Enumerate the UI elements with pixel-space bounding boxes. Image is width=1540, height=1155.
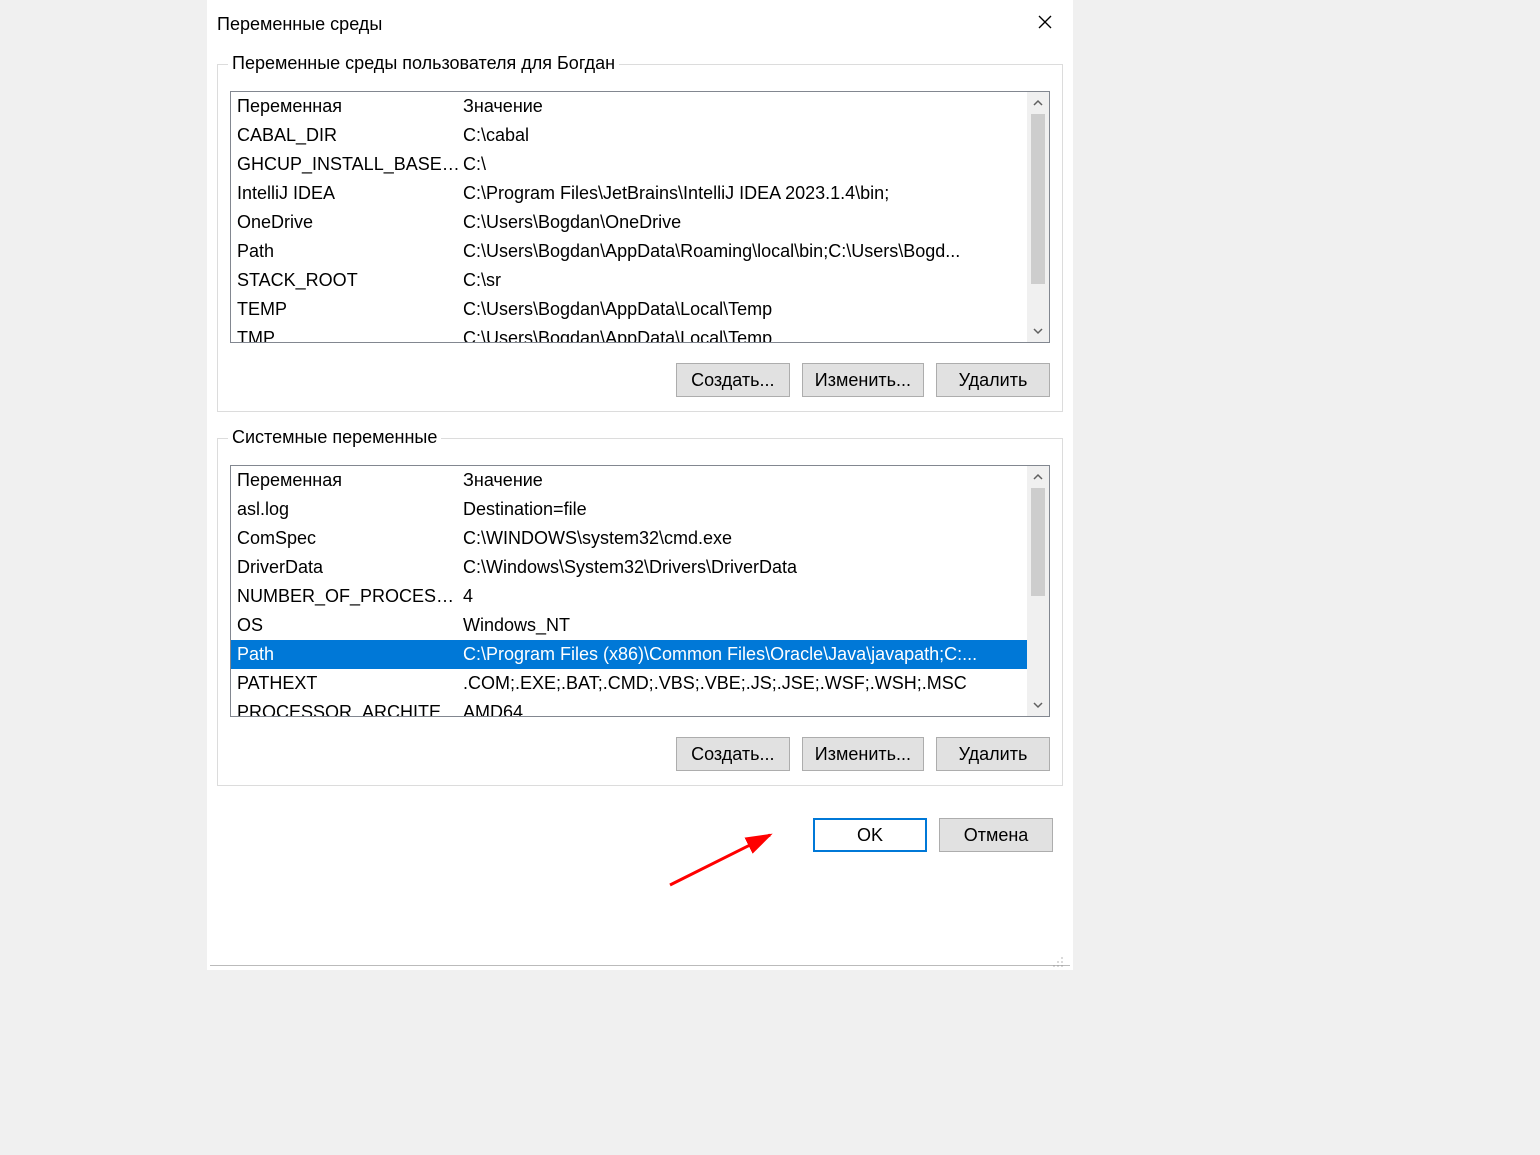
header-value[interactable]: Значение (463, 466, 1049, 495)
table-row[interactable]: PATHEXT.COM;.EXE;.BAT;.CMD;.VBS;.VBE;.JS… (231, 669, 1049, 698)
variable-name: PATHEXT (231, 669, 463, 698)
variable-name: STACK_ROOT (231, 266, 463, 295)
variable-name: PROCESSOR_ARCHITECTU... (231, 698, 463, 717)
edit-button[interactable]: Изменить... (802, 363, 924, 397)
table-row[interactable]: GHCUP_INSTALL_BASE_PR...C:\ (231, 150, 1049, 179)
new-button[interactable]: Создать... (676, 363, 790, 397)
table-row[interactable]: PROCESSOR_ARCHITECTU...AMD64 (231, 698, 1049, 717)
variable-value: C:\cabal (463, 121, 1049, 150)
header-variable[interactable]: Переменная (231, 466, 463, 495)
variable-name: Path (231, 640, 463, 669)
table-row[interactable]: OneDriveC:\Users\Bogdan\OneDrive (231, 208, 1049, 237)
variable-name: IntelliJ IDEA (231, 179, 463, 208)
variable-name: Path (231, 237, 463, 266)
scroll-up-icon[interactable] (1027, 466, 1049, 488)
variable-name: TEMP (231, 295, 463, 324)
variable-name: OneDrive (231, 208, 463, 237)
table-row[interactable]: PathC:\Users\Bogdan\AppData\Roaming\loca… (231, 237, 1049, 266)
variable-value: C:\Users\Bogdan\AppData\Roaming\local\bi… (463, 237, 1049, 266)
header-variable[interactable]: Переменная (231, 92, 463, 121)
variable-value: 4 (463, 582, 1049, 611)
system-buttons: Создать... Изменить... Удалить (230, 737, 1050, 771)
dialog-buttons: OK Отмена (217, 818, 1063, 852)
variable-value: C:\Windows\System32\Drivers\DriverData (463, 553, 1049, 582)
variable-name: TMP (231, 324, 463, 343)
variable-name: DriverData (231, 553, 463, 582)
variable-value: C:\Users\Bogdan\AppData\Local\Temp (463, 324, 1049, 343)
table-row[interactable]: asl.logDestination=file (231, 495, 1049, 524)
delete-button[interactable]: Удалить (936, 737, 1050, 771)
variable-value: Windows_NT (463, 611, 1049, 640)
delete-button[interactable]: Удалить (936, 363, 1050, 397)
table-row[interactable]: CABAL_DIRC:\cabal (231, 121, 1049, 150)
variable-name: ComSpec (231, 524, 463, 553)
table-row[interactable]: ComSpecC:\WINDOWS\system32\cmd.exe (231, 524, 1049, 553)
table-row[interactable]: STACK_ROOTC:\sr (231, 266, 1049, 295)
environment-variables-dialog: Переменные среды Переменные среды пользо… (207, 0, 1073, 970)
system-variables-list[interactable]: Переменная Значение asl.logDestination=f… (230, 465, 1050, 717)
variable-value: C:\ (463, 150, 1049, 179)
table-row[interactable]: DriverDataC:\Windows\System32\Drivers\Dr… (231, 553, 1049, 582)
scroll-down-icon[interactable] (1027, 320, 1049, 342)
variable-value: AMD64 (463, 698, 1049, 717)
cancel-button[interactable]: Отмена (939, 818, 1053, 852)
resize-grip-icon[interactable] (1048, 952, 1066, 970)
variable-value: C:\Program Files (x86)\Common Files\Orac… (463, 640, 1049, 669)
variable-name: NUMBER_OF_PROCESSORS (231, 582, 463, 611)
table-row[interactable]: IntelliJ IDEAC:\Program Files\JetBrains\… (231, 179, 1049, 208)
scrollbar[interactable] (1027, 92, 1049, 342)
variable-value: C:\Users\Bogdan\OneDrive (463, 208, 1049, 237)
variable-value: C:\sr (463, 266, 1049, 295)
divider (210, 965, 1070, 966)
user-variables-list[interactable]: Переменная Значение CABAL_DIRC:\cabalGHC… (230, 91, 1050, 343)
scroll-down-icon[interactable] (1027, 694, 1049, 716)
scroll-up-icon[interactable] (1027, 92, 1049, 114)
scrollbar[interactable] (1027, 466, 1049, 716)
table-row[interactable]: PathC:\Program Files (x86)\Common Files\… (231, 640, 1049, 669)
variable-value: C:\Users\Bogdan\AppData\Local\Temp (463, 295, 1049, 324)
variable-value: Destination=file (463, 495, 1049, 524)
close-icon (1038, 15, 1052, 29)
titlebar: Переменные среды (207, 0, 1073, 44)
table-row[interactable]: OSWindows_NT (231, 611, 1049, 640)
table-row[interactable]: NUMBER_OF_PROCESSORS4 (231, 582, 1049, 611)
user-variables-group: Переменные среды пользователя для Богдан… (217, 64, 1063, 412)
user-buttons: Создать... Изменить... Удалить (230, 363, 1050, 397)
variable-name: OS (231, 611, 463, 640)
variable-value: C:\WINDOWS\system32\cmd.exe (463, 524, 1049, 553)
table-row[interactable]: TMPC:\Users\Bogdan\AppData\Local\Temp (231, 324, 1049, 343)
system-group-label: Системные переменные (228, 427, 441, 448)
new-button[interactable]: Создать... (676, 737, 790, 771)
variable-value: C:\Program Files\JetBrains\IntelliJ IDEA… (463, 179, 1049, 208)
variable-name: CABAL_DIR (231, 121, 463, 150)
user-group-label: Переменные среды пользователя для Богдан (228, 53, 619, 74)
header-value[interactable]: Значение (463, 92, 1049, 121)
column-headers[interactable]: Переменная Значение (231, 466, 1049, 495)
dialog-title: Переменные среды (217, 10, 382, 35)
ok-button[interactable]: OK (813, 818, 927, 852)
scroll-thumb[interactable] (1031, 488, 1045, 596)
variable-name: GHCUP_INSTALL_BASE_PR... (231, 150, 463, 179)
edit-button[interactable]: Изменить... (802, 737, 924, 771)
column-headers[interactable]: Переменная Значение (231, 92, 1049, 121)
table-row[interactable]: TEMPC:\Users\Bogdan\AppData\Local\Temp (231, 295, 1049, 324)
scroll-thumb[interactable] (1031, 114, 1045, 284)
variable-name: asl.log (231, 495, 463, 524)
close-button[interactable] (1025, 2, 1065, 42)
variable-value: .COM;.EXE;.BAT;.CMD;.VBS;.VBE;.JS;.JSE;.… (463, 669, 1049, 698)
system-variables-group: Системные переменные Переменная Значение… (217, 438, 1063, 786)
